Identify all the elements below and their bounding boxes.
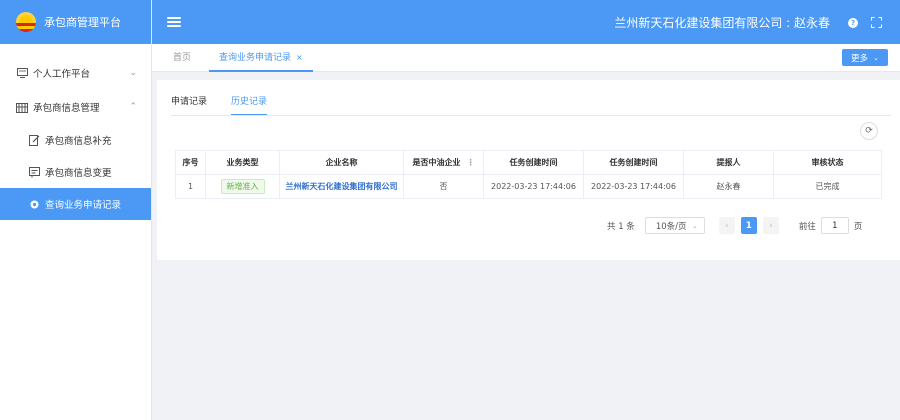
pagination-total: 共 1 条 [607,221,635,232]
refresh-button[interactable]: ⟳ [860,122,878,140]
sidebar-item-info-supplement[interactable]: 承包商信息补充 [0,124,151,156]
sidebar-item-label: 承包商信息变更 [45,168,112,179]
sidebar-item-label: 承包商信息管理 [33,103,100,114]
chevron-right-icon: › [769,220,773,231]
divider [171,115,891,116]
type-tag: 新增准入 [220,179,265,194]
menu-toggle-icon[interactable] [167,17,181,27]
col-header-status: 审核状态 [773,150,882,175]
company-link[interactable]: 兰州新天石化建设集团有限公司 [286,182,398,191]
sidebar-item-label: 个人工作平台 [33,69,91,80]
cell-company: 兰州新天石化建设集团有限公司 [279,174,404,199]
change-document-icon [28,166,40,178]
col-header-created-time-2: 任务创建时间 [583,150,684,175]
cell-is-cnpc: 否 [403,174,484,199]
tab-home[interactable]: 首页 [173,44,191,72]
prev-page-button[interactable]: ‹ [718,217,735,234]
page-number-button[interactable]: 1 [740,217,757,234]
sidebar-item-label: 查询业务申请记录 [45,200,122,211]
col-header-index: 序号 [175,150,206,175]
col-header-submitter: 提报人 [683,150,774,175]
tab-history-records[interactable]: 历史记录 [231,94,268,116]
refresh-icon: ⟳ [865,126,873,136]
tab-label: 查询业务申请记录 [219,53,292,63]
chevron-down-icon: ⌄ [691,221,698,230]
column-menu-icon[interactable]: ⋮ [467,158,475,167]
page-size-select[interactable]: 10条/页 ⌄ [644,217,705,234]
sidebar-item-label: 承包商信息补充 [45,136,112,147]
chevron-up-icon: ⌃ [129,102,137,112]
cell-created-time: 2022-03-23 17:44:06 [483,174,584,199]
page-unit-label: 页 [853,221,863,232]
help-icon[interactable]: ? [848,18,858,28]
company-logo [16,12,36,32]
table-row[interactable]: 1 新增准入 兰州新天石化建设集团有限公司 否 2022-03-23 17:44… [175,174,882,199]
top-header: 兰州新天石化建设集团有限公司 : 赵永春 ? [152,0,900,44]
fullscreen-icon[interactable] [871,17,882,28]
sidebar: 承包商管理平台 个人工作平台 ⌄ 承包商信息管理 ⌃ 承包商信息补充 承包商信息… [0,0,152,420]
sidebar-item-personal-workbench[interactable]: 个人工作平台 ⌄ [0,56,151,90]
app-title: 承包商管理平台 [44,16,121,29]
records-panel: 申请记录 历史记录 ⟳ 序号 业务类型 企业名称 是否中油企业 ⋮ 任务创建时间 … [157,80,900,260]
more-button-label: 更多 [851,53,869,64]
col-header-company: 企业名称 [279,150,404,175]
edit-document-icon [28,134,40,146]
table-header-row: 序号 业务类型 企业名称 是否中油企业 ⋮ 任务创建时间 任务创建时间 提报人 审… [175,150,882,175]
cell-index: 1 [175,174,206,199]
monitor-icon [16,67,28,79]
building-icon [16,101,28,113]
next-page-button[interactable]: › [762,217,779,234]
sidebar-item-query-records[interactable]: 查询业务申请记录 [0,188,151,220]
records-table: 序号 业务类型 企业名称 是否中油企业 ⋮ 任务创建时间 任务创建时间 提报人 审… [175,150,882,199]
pagination: 共 1 条 10条/页 ⌄ ‹ 1 › 前往 页 [607,217,862,234]
page-size-value: 10条/页 [655,221,687,232]
goto-page-input[interactable] [820,217,849,234]
more-button[interactable]: 更多 ⌄ [842,49,888,66]
brand-bar: 承包商管理平台 [0,0,151,44]
page-jump: 前往 页 [798,217,863,234]
col-header-is-cnpc: 是否中油企业 ⋮ [403,150,484,175]
cell-status: 已完成 [773,174,882,199]
record-tabs: 申请记录 历史记录 [171,94,291,116]
tab-apply-records[interactable]: 申请记录 [171,94,207,116]
sidebar-item-info-change[interactable]: 承包商信息变更 [0,156,151,188]
cell-submitter: 赵永春 [683,174,774,199]
sidebar-menu: 个人工作平台 ⌄ 承包商信息管理 ⌃ 承包商信息补充 承包商信息变更 查询业务申… [0,44,151,220]
page-tabs: 首页 查询业务申请记录 × 更多 ⌄ [152,44,900,72]
gear-icon [28,198,40,210]
sidebar-item-contractor-info[interactable]: 承包商信息管理 ⌃ [0,90,151,124]
user-company-name[interactable]: 兰州新天石化建设集团有限公司 : 赵永春 [614,14,830,31]
tab-query-records[interactable]: 查询业务申请记录 × [209,44,313,72]
chevron-down-icon: ⌄ [873,53,879,62]
cell-type: 新增准入 [205,174,280,199]
close-icon[interactable]: × [296,53,303,62]
cell-created-time-2: 2022-03-23 17:44:06 [583,174,684,199]
chevron-down-icon: ⌄ [129,68,137,78]
col-header-created-time: 任务创建时间 [483,150,584,175]
goto-label: 前往 [798,221,816,232]
chevron-left-icon: ‹ [725,220,729,231]
col-header-type: 业务类型 [205,150,280,175]
